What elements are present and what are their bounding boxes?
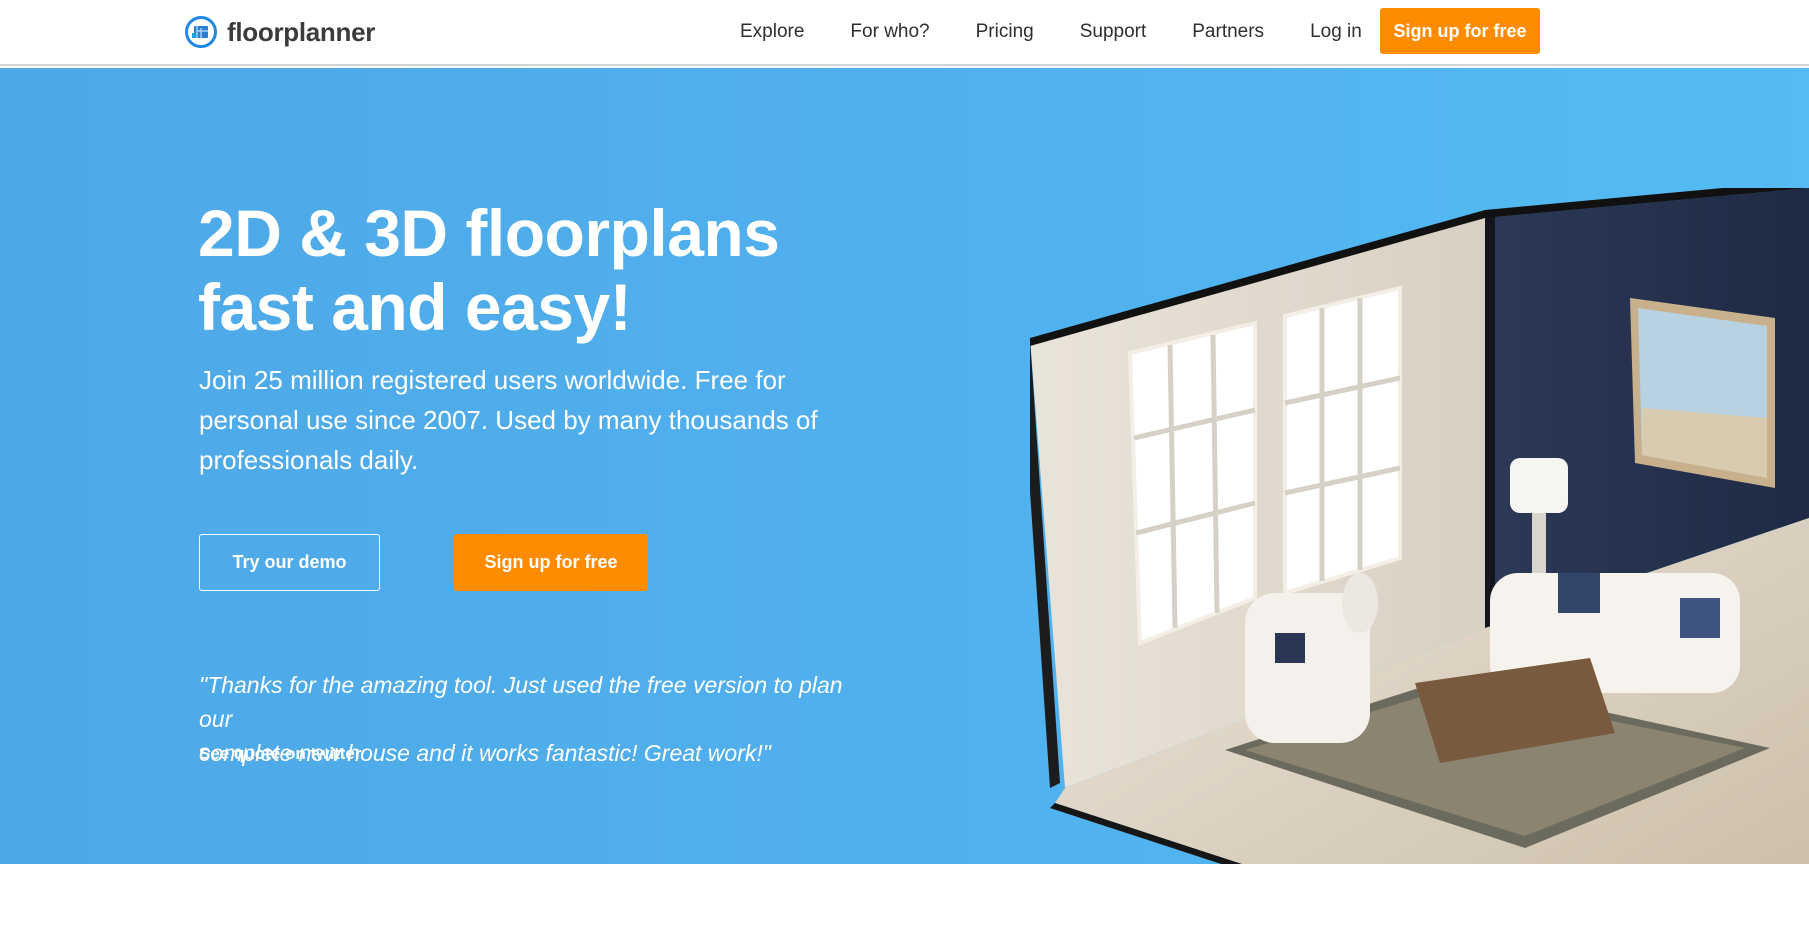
floorplanner-logo[interactable]: floorplanner [184, 15, 375, 49]
see-quote-on-twitter-link[interactable]: See quote on twitter [199, 744, 361, 764]
nav-explore[interactable]: Explore [740, 21, 804, 43]
try-demo-button[interactable]: Try our demo [199, 534, 380, 591]
hero-headline: 2D & 3D floorplans fast and easy! [198, 196, 898, 344]
nav-signup-button[interactable]: Sign up for free [1380, 8, 1540, 54]
floorplanner-logo-icon [185, 16, 217, 48]
nav-for-who[interactable]: For who? [850, 21, 929, 43]
nav-login[interactable]: Log in [1310, 21, 1362, 43]
hero-subtext: Join 25 million registered users worldwi… [199, 365, 818, 475]
nav-support[interactable]: Support [1080, 21, 1147, 43]
logo-wordmark: floorplanner [227, 16, 376, 47]
headline-line-2: fast and easy! [198, 270, 632, 344]
nav-partners[interactable]: Partners [1192, 21, 1264, 43]
wall-painting [1630, 298, 1775, 488]
headline-line-1: 2D & 3D floorplans [198, 196, 780, 270]
top-navigation-bar: floorplanner Explore For who? Pricing Su… [0, 0, 1809, 66]
3d-room-illustration [1030, 188, 1809, 864]
main-nav: Explore For who? Pricing Support Partner… [740, 0, 1362, 64]
quote-line-1: "Thanks for the amazing tool. Just used … [199, 672, 843, 732]
nav-pricing[interactable]: Pricing [976, 21, 1034, 43]
hero-signup-button[interactable]: Sign up for free [454, 534, 648, 591]
hero-section: 2D & 3D floorplans fast and easy! Join 2… [0, 68, 1809, 864]
